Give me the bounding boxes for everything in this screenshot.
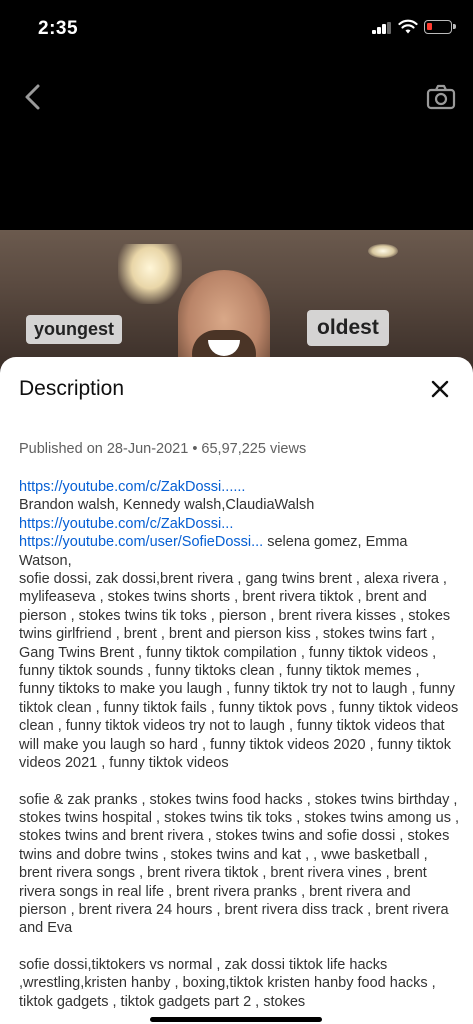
names-line: Brandon walsh, Kennedy walsh,ClaudiaWals… xyxy=(19,497,315,514)
description-text: https://youtube.com/c/ZakDossi...... Bra… xyxy=(19,478,459,1024)
home-indicator[interactable] xyxy=(150,1017,322,1022)
channel-link-zak-dossi-2[interactable]: https://youtube.com/c/ZakDossi... xyxy=(19,516,233,532)
video-frame[interactable]: youngest oldest xyxy=(0,230,473,370)
person-in-video xyxy=(178,270,270,370)
ceiling-light xyxy=(368,244,398,258)
video-caption-oldest: oldest xyxy=(307,310,389,346)
channel-link-sofie-dossi[interactable]: https://youtube.com/user/SofieDossi... xyxy=(19,534,263,550)
description-paragraph-3: sofie dossi,tiktokers vs normal , zak do… xyxy=(19,956,436,1010)
wifi-icon xyxy=(398,19,418,34)
camera-icon[interactable] xyxy=(426,84,456,110)
description-paragraph-1: sofie dossi, zak dossi,brent rivera , ga… xyxy=(19,571,459,772)
back-chevron-icon[interactable] xyxy=(20,82,46,112)
lamp-light xyxy=(118,244,182,304)
channel-link-zak-dossi[interactable]: https://youtube.com/c/ZakDossi...... xyxy=(19,479,245,495)
close-icon[interactable] xyxy=(428,377,452,401)
description-paragraph-2: sofie & zak pranks , stokes twins food h… xyxy=(19,791,460,937)
status-bar: 2:35 xyxy=(0,0,473,56)
published-info: Published on 28-Jun-2021 • 65,97,225 vie… xyxy=(19,441,307,457)
cellular-signal-icon xyxy=(372,22,392,34)
battery-icon xyxy=(424,20,456,34)
video-caption-youngest: youngest xyxy=(26,315,123,344)
video-player-header xyxy=(0,56,473,230)
status-time: 2:35 xyxy=(38,18,79,39)
description-sheet: Description Published on 28-Jun-2021 • 6… xyxy=(0,357,473,1024)
sheet-title: Description xyxy=(19,377,125,400)
